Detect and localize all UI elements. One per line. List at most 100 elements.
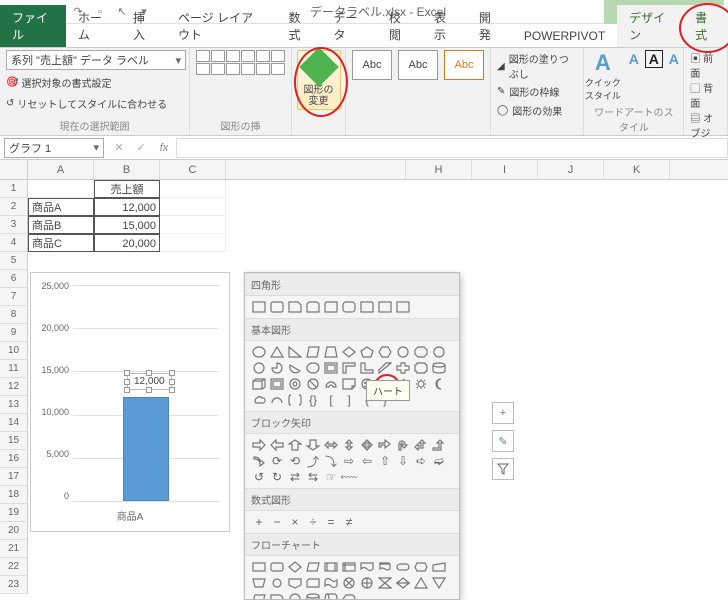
shape-fc-card[interactable]: [305, 576, 321, 590]
shape-fc-collate[interactable]: [377, 576, 393, 590]
cancel-icon[interactable]: ✕: [108, 141, 130, 154]
shape-plaque[interactable]: [413, 361, 429, 375]
shape-fc-multidoc[interactable]: [377, 560, 393, 574]
shape-donut[interactable]: [287, 377, 303, 391]
row-18[interactable]: 18: [0, 486, 28, 504]
format-selection-button[interactable]: 🎯選択対象の書式設定: [6, 74, 183, 91]
shape-dodecagon[interactable]: [251, 361, 267, 375]
shape-arrow24[interactable]: ↻: [269, 470, 285, 484]
tab-developer[interactable]: 開発: [467, 5, 512, 47]
shape-fc-direct-access[interactable]: [323, 592, 339, 600]
shape-fc-preparation[interactable]: [413, 560, 429, 574]
row-9[interactable]: 9: [0, 324, 28, 342]
shape-oval[interactable]: [251, 345, 267, 359]
shape-outline-button[interactable]: ✎図形の枠線: [497, 83, 577, 100]
shape-left-right-arrow[interactable]: [323, 438, 339, 452]
cell-C3[interactable]: [160, 216, 226, 234]
tab-data[interactable]: データ: [321, 5, 376, 47]
row-6[interactable]: 6: [0, 270, 28, 288]
row-19[interactable]: 19: [0, 504, 28, 522]
insert-shape-gallery[interactable]: [196, 50, 285, 75]
shape-fc-stored-data[interactable]: [251, 592, 267, 600]
tab-powerpivot[interactable]: POWERPIVOT: [512, 25, 617, 47]
chart-styles-button[interactable]: ✎: [492, 430, 514, 452]
shape-fc-decision[interactable]: [287, 560, 303, 574]
shape-rect8[interactable]: [377, 300, 393, 314]
bring-front-button[interactable]: ▣ 前面: [690, 50, 721, 80]
chart-data-label[interactable]: 12,000: [127, 373, 172, 390]
chart-elements-button[interactable]: +: [492, 402, 514, 424]
tab-review[interactable]: 校閲: [377, 5, 422, 47]
shape-sun[interactable]: [413, 377, 429, 391]
shape-fc-process[interactable]: [251, 560, 267, 574]
shape-folded-corner[interactable]: [341, 377, 357, 391]
shape-arrow13[interactable]: ⟳: [269, 454, 285, 468]
select-all-corner[interactable]: [0, 160, 28, 179]
shape-fc-extract[interactable]: [413, 576, 429, 590]
shape-diamond[interactable]: [341, 345, 357, 359]
row-10[interactable]: 10: [0, 342, 28, 360]
col-J[interactable]: J: [538, 160, 604, 179]
shape-up-down-arrow[interactable]: [341, 438, 357, 452]
cell-B4[interactable]: 20,000: [94, 234, 160, 252]
cell-C1[interactable]: [160, 180, 226, 198]
send-back-button[interactable]: ▢ 背面: [690, 80, 721, 110]
chart-bar-0[interactable]: [123, 397, 169, 501]
shape-round1-rect[interactable]: [341, 300, 357, 314]
selection-pane-button[interactable]: ▤ オブジ: [690, 110, 721, 140]
shape-arrow22[interactable]: ➫: [431, 454, 447, 468]
shape-fc-data[interactable]: [305, 560, 321, 574]
shape-right-arrow[interactable]: [251, 438, 267, 452]
text-outline-button[interactable]: A: [645, 50, 663, 68]
shapes-palette[interactable]: 四角形 基本図形: [244, 272, 460, 600]
cell-A1[interactable]: [28, 180, 94, 198]
shape-bent-arrow[interactable]: [377, 438, 393, 452]
shape-fc-offpage[interactable]: [287, 576, 303, 590]
shape-left-arrow[interactable]: [269, 438, 285, 452]
change-shape-button[interactable]: 図形の 変更: [297, 50, 341, 110]
shape-fc-sort[interactable]: [395, 576, 411, 590]
shape-fc-seq-access[interactable]: [287, 592, 303, 600]
shape-teardrop[interactable]: [305, 361, 321, 375]
shape-style-1[interactable]: Abc: [352, 50, 392, 80]
shape-fc-display[interactable]: [341, 592, 357, 600]
reset-style-button[interactable]: ↺リセットしてスタイルに合わせる: [6, 95, 183, 112]
tab-view[interactable]: 表示: [422, 5, 467, 47]
row-22[interactable]: 22: [0, 558, 28, 576]
shape-not-equal[interactable]: ≠: [341, 515, 357, 529]
row-12[interactable]: 12: [0, 378, 28, 396]
col-H[interactable]: H: [406, 160, 472, 179]
shape-arrow19[interactable]: ⇧: [377, 454, 393, 468]
handle-n[interactable]: [146, 370, 152, 376]
shape-right-triangle[interactable]: [287, 345, 303, 359]
enter-icon[interactable]: ✓: [130, 141, 152, 154]
shape-moon[interactable]: [431, 377, 447, 391]
shape-no-symbol[interactable]: [305, 377, 321, 391]
text-fill-button[interactable]: A: [625, 50, 643, 68]
shape-rect9[interactable]: [395, 300, 411, 314]
handle-s[interactable]: [146, 387, 152, 393]
handle-nw[interactable]: [124, 370, 130, 376]
shape-arrow17[interactable]: ⇨: [341, 454, 357, 468]
shape-fc-connector[interactable]: [269, 576, 285, 590]
shape-arrow28[interactable]: ⬳: [341, 470, 357, 484]
row-1[interactable]: 1: [0, 180, 28, 198]
shape-cross[interactable]: [395, 361, 411, 375]
shape-fc-document[interactable]: [359, 560, 375, 574]
shape-arrow16[interactable]: ⤵: [323, 454, 339, 468]
shape-fc-alt-process[interactable]: [269, 560, 285, 574]
shape-parallelogram[interactable]: [305, 345, 321, 359]
name-box[interactable]: グラフ 1 ▾: [4, 138, 104, 158]
cell-B2[interactable]: 12,000: [94, 198, 160, 216]
shape-double-brace[interactable]: {}: [305, 393, 321, 407]
row-11[interactable]: 11: [0, 360, 28, 378]
cell-B3[interactable]: 15,000: [94, 216, 160, 234]
tab-format[interactable]: 書式: [683, 5, 728, 47]
shape-right-bracket[interactable]: ]: [341, 393, 357, 407]
shape-arrow25[interactable]: ⇄: [287, 470, 303, 484]
shape-plus[interactable]: +: [251, 515, 267, 529]
shape-pentagon[interactable]: [359, 345, 375, 359]
shape-curved-right-arrow[interactable]: [251, 454, 267, 468]
embedded-chart[interactable]: 25,000 20,000 15,000 10,000 5,000 0 商品A …: [30, 272, 230, 532]
row-16[interactable]: 16: [0, 450, 28, 468]
